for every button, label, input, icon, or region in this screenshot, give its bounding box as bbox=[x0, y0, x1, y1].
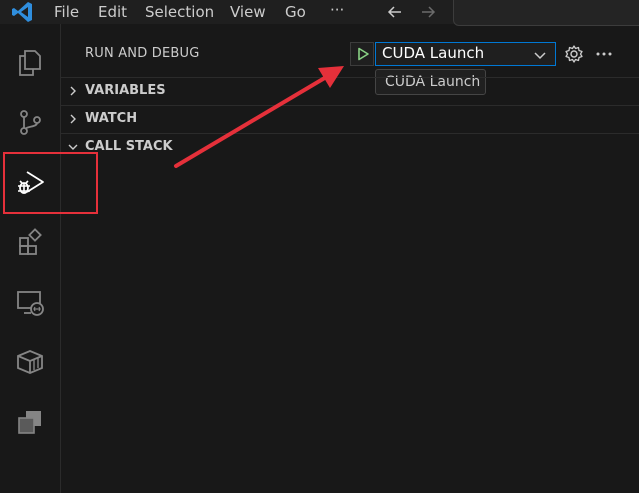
sidebar-title: RUN AND DEBUG bbox=[85, 46, 200, 61]
more-actions-icon[interactable] bbox=[594, 44, 614, 64]
chevron-right-icon bbox=[70, 114, 76, 124]
chevron-down-icon bbox=[68, 144, 78, 150]
chevron-right-icon bbox=[70, 86, 76, 96]
section-label: VARIABLES bbox=[85, 83, 166, 98]
section-watch[interactable]: WATCH bbox=[61, 105, 639, 132]
back-arrow-icon[interactable] bbox=[385, 2, 405, 22]
menu-view[interactable]: View bbox=[230, 3, 266, 21]
extensions-icon[interactable] bbox=[14, 226, 46, 258]
menu-selection[interactable]: Selection bbox=[145, 3, 214, 21]
menu-file[interactable]: File bbox=[54, 3, 79, 21]
gear-icon[interactable] bbox=[564, 44, 584, 64]
explorer-icon[interactable] bbox=[14, 46, 46, 78]
command-center[interactable] bbox=[453, 0, 639, 26]
menu-edit[interactable]: Edit bbox=[98, 3, 127, 21]
menu-more[interactable]: ··· bbox=[330, 1, 344, 19]
vscode-logo-icon bbox=[12, 2, 32, 22]
forward-arrow-icon[interactable] bbox=[418, 2, 438, 22]
run-and-debug-panel: RUN AND DEBUG CUDA Launch CUDA Launch VA… bbox=[61, 24, 639, 493]
containers-icon[interactable] bbox=[14, 346, 46, 378]
remote-explorer-icon[interactable] bbox=[14, 286, 46, 318]
title-bar: File Edit Selection View Go ··· bbox=[0, 0, 639, 26]
debug-config-select[interactable]: CUDA Launch bbox=[375, 42, 556, 66]
section-variables[interactable]: VARIABLES bbox=[61, 77, 639, 104]
source-control-icon[interactable] bbox=[14, 106, 46, 138]
section-label: WATCH bbox=[85, 111, 138, 126]
activity-bar bbox=[0, 24, 61, 493]
selected-config-label: CUDA Launch bbox=[382, 44, 485, 62]
play-icon bbox=[358, 47, 369, 61]
stacked-windows-icon[interactable] bbox=[14, 406, 46, 438]
section-call-stack[interactable]: CALL STACK bbox=[61, 133, 639, 160]
section-label: CALL STACK bbox=[85, 139, 173, 154]
chevron-down-icon bbox=[534, 52, 546, 60]
start-debugging-button[interactable] bbox=[350, 42, 374, 66]
menu-go[interactable]: Go bbox=[285, 3, 306, 21]
